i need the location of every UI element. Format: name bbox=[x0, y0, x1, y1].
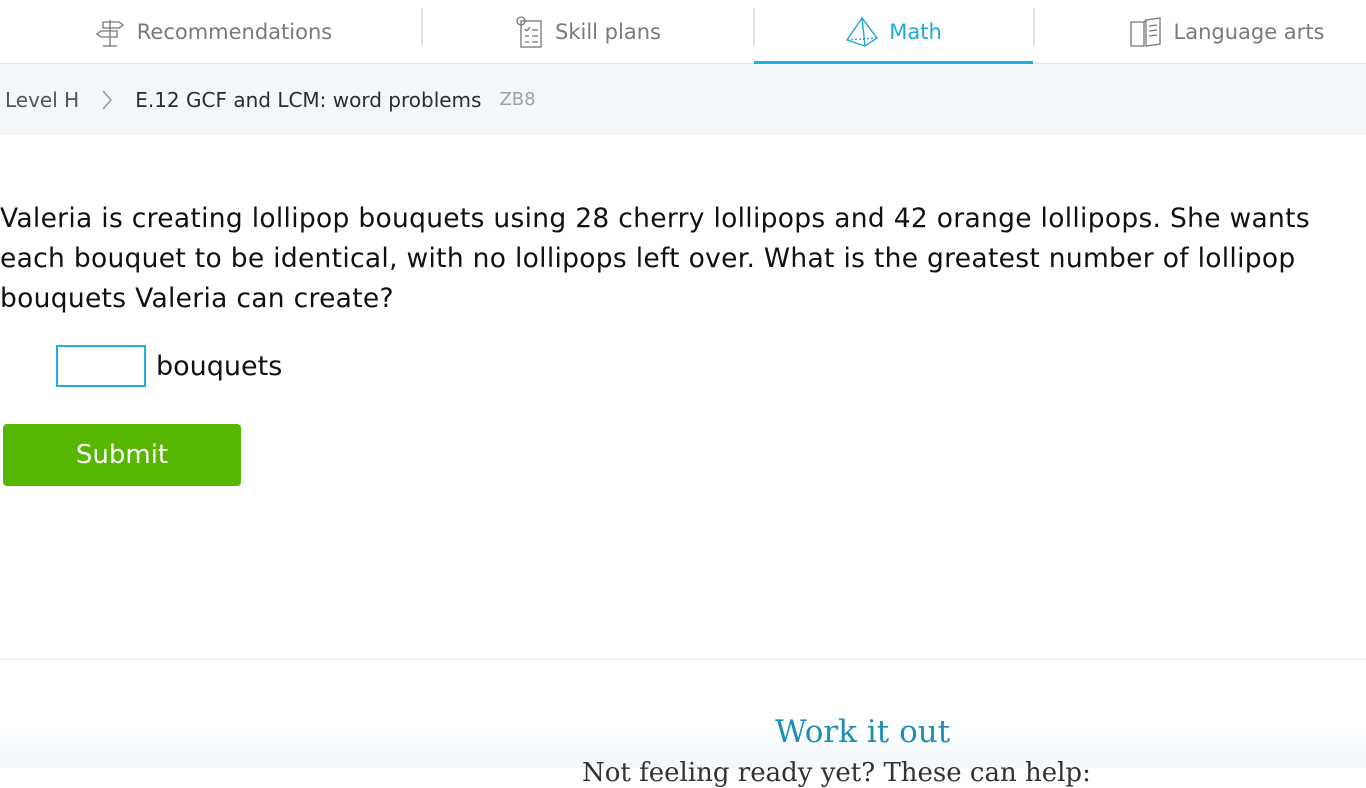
tab-skill-plans[interactable]: Skill plans bbox=[513, 0, 663, 63]
answer-unit: bouquets bbox=[156, 350, 283, 382]
tab-label: Math bbox=[889, 19, 942, 44]
answer-row: bouquets bbox=[56, 345, 282, 387]
breadcrumb-level[interactable]: Level H bbox=[5, 88, 79, 112]
section-divider bbox=[0, 659, 1366, 660]
tab-language-arts[interactable]: Language arts bbox=[1126, 0, 1326, 63]
checklist-icon bbox=[515, 15, 545, 49]
tab-label: Language arts bbox=[1173, 19, 1325, 44]
subject-tabs: Recommendations Skill plans Math Languag… bbox=[0, 0, 1366, 65]
help-subtitle: Not feeling ready yet? These can help: bbox=[582, 758, 1091, 788]
tab-divider bbox=[421, 8, 423, 46]
answer-input[interactable] bbox=[56, 345, 146, 387]
skill-code: ZB8 bbox=[499, 89, 536, 110]
tab-label: Skill plans bbox=[555, 19, 661, 44]
breadcrumb: Level H E.12 GCF and LCM: word problems … bbox=[0, 64, 1366, 135]
help-title: Work it out bbox=[775, 714, 951, 750]
book-icon bbox=[1128, 16, 1164, 48]
question-text: Valeria is creating lollipop bouquets us… bbox=[0, 203, 1310, 314]
tab-label: Recommendations bbox=[136, 19, 333, 44]
tab-math[interactable]: Math bbox=[754, 0, 1033, 65]
tab-divider bbox=[1033, 8, 1035, 46]
breadcrumb-skill: E.12 GCF and LCM: word problems bbox=[135, 87, 482, 112]
chevron-right-icon bbox=[101, 89, 113, 111]
signpost-icon bbox=[93, 16, 127, 48]
submit-button[interactable]: Submit bbox=[3, 424, 241, 486]
tab-recommendations[interactable]: Recommendations bbox=[90, 0, 335, 63]
pyramid-icon bbox=[845, 16, 879, 48]
